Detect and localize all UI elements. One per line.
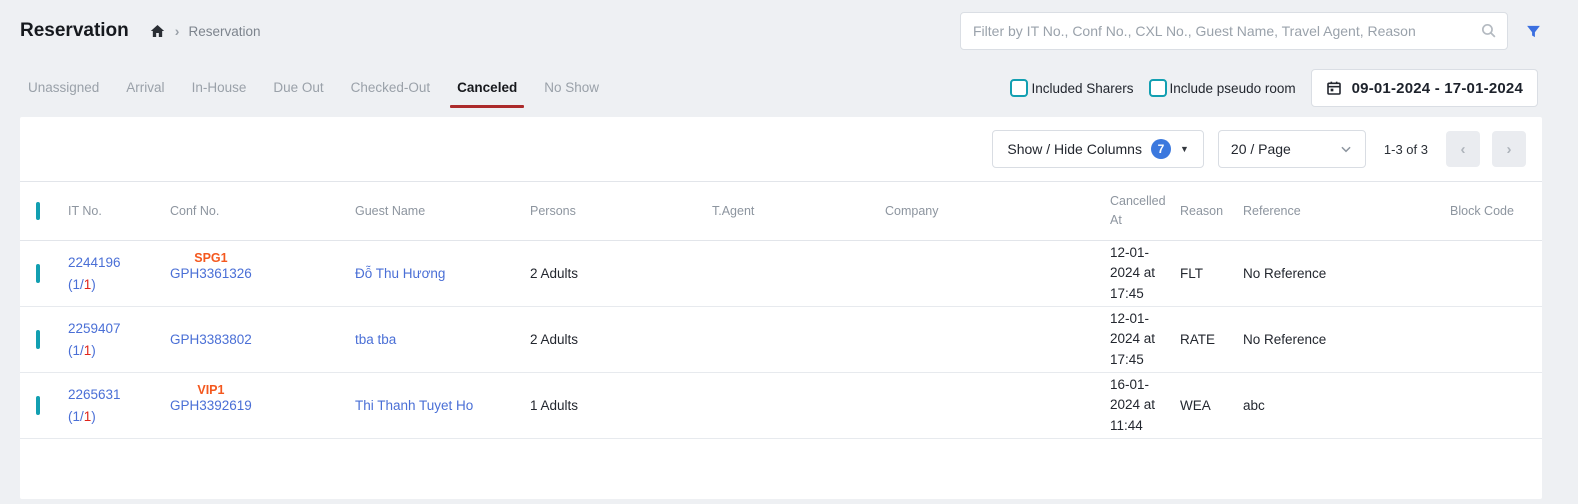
persons-value: 1 Adults (530, 398, 712, 413)
search-icon (1480, 22, 1497, 44)
tab-in-house[interactable]: In-House (192, 78, 247, 98)
tab-checked-out[interactable]: Checked-Out (351, 78, 431, 98)
header-guest-name: Guest Name (355, 204, 530, 218)
table-row: 2265631 (1/1) VIP1 GPH3392619 Thi Thanh … (20, 373, 1542, 439)
persons-value: 2 Adults (530, 332, 712, 347)
results-range: 1-3 of 3 (1384, 142, 1428, 157)
next-page-button[interactable]: › (1492, 131, 1526, 167)
tab-due-out[interactable]: Due Out (273, 78, 323, 98)
include-pseudo-room-checkbox-group[interactable]: Include pseudo room (1149, 79, 1296, 97)
tabs-row: Unassigned Arrival In-House Due Out Chec… (0, 67, 1578, 109)
status-tabs: Unassigned Arrival In-House Due Out Chec… (28, 78, 599, 98)
breadcrumb: › Reservation (149, 23, 261, 39)
conf-no-link[interactable]: GPH3392619 (170, 398, 252, 413)
included-sharers-checkbox[interactable] (1010, 79, 1028, 97)
show-hide-columns-label: Show / Hide Columns (1007, 141, 1142, 157)
reference-value: No Reference (1243, 266, 1450, 281)
header-it-no: IT No. (68, 204, 170, 218)
header-reference: Reference (1243, 204, 1450, 218)
breadcrumb-current: Reservation (188, 24, 260, 39)
breadcrumb-chevron-icon: › (175, 24, 180, 38)
reference-value: No Reference (1243, 332, 1450, 347)
conf-tag: SPG1 (194, 251, 227, 265)
tab-no-show[interactable]: No Show (544, 78, 599, 98)
conf-tag: VIP1 (197, 383, 224, 397)
it-no-link[interactable]: 2244196 (68, 255, 121, 270)
columns-count-badge: 7 (1151, 139, 1171, 159)
reference-value: abc (1243, 398, 1450, 413)
cancelled-at-value: 16-01-2024 at 11:44 (1110, 375, 1180, 436)
pax-count: (1/1) (68, 343, 96, 358)
header-cancelled-at: Cancelled At (1110, 192, 1180, 230)
date-range-picker[interactable]: 09-01-2024 - 17-01-2024 (1311, 69, 1538, 107)
pagination: ‹ › (1446, 131, 1526, 167)
include-pseudo-room-checkbox[interactable] (1149, 79, 1167, 97)
tab-canceled[interactable]: Canceled (457, 78, 517, 98)
header-company: Company (885, 204, 1110, 218)
row-checkbox[interactable] (36, 330, 40, 349)
tab-unassigned[interactable]: Unassigned (28, 78, 99, 98)
caret-down-icon: ▼ (1180, 144, 1189, 154)
guest-name-link[interactable]: Đỗ Thu Hương (355, 266, 445, 281)
reason-value: FLT (1180, 266, 1243, 281)
persons-value: 2 Adults (530, 266, 712, 281)
date-range-value: 09-01-2024 - 17-01-2024 (1352, 80, 1523, 97)
cancelled-at-value: 12-01-2024 at 17:45 (1110, 243, 1180, 304)
it-no-link[interactable]: 2265631 (68, 387, 121, 402)
select-all-checkbox[interactable] (36, 202, 40, 220)
guest-name-link[interactable]: tba tba (355, 332, 396, 347)
included-sharers-label: Included Sharers (1031, 81, 1133, 96)
table-row: 2259407 (1/1) GPH3383802 tba tba 2 Adult… (20, 307, 1542, 373)
header-persons: Persons (530, 204, 712, 218)
page-size-select[interactable]: 20 / Page (1218, 130, 1366, 168)
search-input[interactable] (960, 12, 1508, 50)
home-icon[interactable] (149, 23, 166, 39)
pax-count: (1/1) (68, 409, 96, 424)
tab-arrival[interactable]: Arrival (126, 78, 164, 98)
row-checkbox[interactable] (36, 396, 40, 415)
reservation-list-panel: Show / Hide Columns 7 ▼ 20 / Page 1-3 of… (20, 117, 1542, 499)
chevron-down-icon (1339, 142, 1353, 156)
header-conf-no: Conf No. (170, 204, 355, 218)
reason-value: WEA (1180, 398, 1243, 413)
conf-no-link[interactable]: GPH3361326 (170, 266, 252, 281)
filter-funnel-icon[interactable] (1525, 23, 1542, 40)
top-bar: Reservation › Reservation (0, 0, 1578, 54)
calendar-icon (1326, 80, 1342, 96)
table-row: 2244196 (1/1) SPG1 GPH3361326 Đỗ Thu Hươ… (20, 241, 1542, 307)
header-t-agent: T.Agent (712, 204, 885, 218)
row-checkbox[interactable] (36, 264, 40, 283)
included-sharers-checkbox-group[interactable]: Included Sharers (1010, 79, 1133, 97)
conf-no-link[interactable]: GPH3383802 (170, 332, 252, 347)
it-no-link[interactable]: 2259407 (68, 321, 121, 336)
guest-name-link[interactable]: Thi Thanh Tuyet Ho (355, 398, 473, 413)
table-toolbar: Show / Hide Columns 7 ▼ 20 / Page 1-3 of… (20, 117, 1542, 181)
header-block-code: Block Code (1450, 204, 1542, 218)
page-size-value: 20 / Page (1231, 141, 1291, 157)
show-hide-columns-button[interactable]: Show / Hide Columns 7 ▼ (992, 130, 1204, 168)
header-reason: Reason (1180, 204, 1243, 218)
page-title: Reservation (20, 20, 129, 42)
pax-count: (1/1) (68, 277, 96, 292)
include-pseudo-room-label: Include pseudo room (1170, 81, 1296, 96)
table-header-row: IT No. Conf No. Guest Name Persons T.Age… (20, 181, 1542, 241)
reason-value: RATE (1180, 332, 1243, 347)
cancelled-at-value: 12-01-2024 at 17:45 (1110, 309, 1180, 370)
prev-page-button[interactable]: ‹ (1446, 131, 1480, 167)
